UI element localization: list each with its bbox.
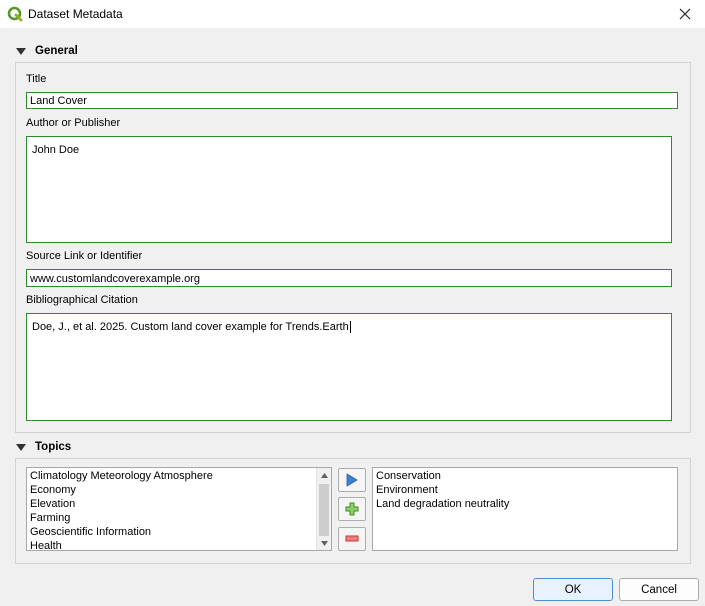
list-item[interactable]: Geoscientific Information bbox=[27, 525, 331, 539]
author-textarea[interactable]: John Doe bbox=[26, 136, 672, 243]
add-topic-button[interactable] bbox=[338, 497, 366, 521]
remove-topic-button[interactable] bbox=[338, 527, 366, 551]
source-value: www.customlandcoverexample.org bbox=[30, 273, 200, 285]
source-label: Source Link or Identifier bbox=[26, 250, 143, 262]
list-scrollbar[interactable] bbox=[316, 468, 331, 550]
minus-icon bbox=[345, 535, 359, 542]
available-topics-list[interactable]: Climatology Meteorology Atmosphere Econo… bbox=[26, 467, 332, 551]
citation-value: Doe, J., et al. 2025. Custom land cover … bbox=[32, 321, 349, 333]
text-cursor bbox=[349, 321, 351, 334]
list-item[interactable]: Health bbox=[27, 539, 331, 550]
general-section-title: General bbox=[35, 45, 78, 57]
list-item[interactable]: Climatology Meteorology Atmosphere bbox=[27, 469, 331, 483]
list-item[interactable]: Environment bbox=[373, 483, 677, 497]
general-section-toggle[interactable]: General bbox=[16, 45, 78, 57]
title-label: Title bbox=[26, 73, 47, 85]
window-title: Dataset Metadata bbox=[28, 7, 123, 21]
collapse-triangle-icon bbox=[16, 47, 26, 55]
list-item[interactable]: Land degradation neutrality bbox=[373, 497, 677, 511]
citation-textarea[interactable]: Doe, J., et al. 2025. Custom land cover … bbox=[26, 313, 672, 421]
selected-topics-list[interactable]: Conservation Environment Land degradatio… bbox=[372, 467, 678, 551]
close-icon bbox=[679, 8, 691, 20]
citation-label: Bibliographical Citation bbox=[26, 294, 138, 306]
scroll-up-arrow-icon bbox=[320, 472, 328, 478]
ok-button[interactable]: OK bbox=[533, 578, 613, 601]
collapse-triangle-icon bbox=[16, 443, 26, 451]
topics-section-title: Topics bbox=[35, 441, 72, 453]
title-input[interactable]: Land Cover bbox=[26, 92, 678, 109]
topics-section-toggle[interactable]: Topics bbox=[16, 441, 71, 453]
move-topic-button[interactable] bbox=[338, 468, 366, 492]
title-bar: Dataset Metadata bbox=[0, 0, 705, 28]
cancel-button[interactable]: Cancel bbox=[619, 578, 699, 601]
scroll-thumb[interactable] bbox=[319, 484, 329, 536]
source-input[interactable]: www.customlandcoverexample.org bbox=[26, 269, 672, 287]
scroll-up-button[interactable] bbox=[317, 468, 331, 482]
close-button[interactable] bbox=[671, 2, 699, 26]
scroll-down-button[interactable] bbox=[317, 536, 331, 550]
list-item[interactable]: Elevation bbox=[27, 497, 331, 511]
list-item[interactable]: Farming bbox=[27, 511, 331, 525]
list-item[interactable]: Economy bbox=[27, 483, 331, 497]
title-value: Land Cover bbox=[30, 95, 87, 107]
author-value: John Doe bbox=[32, 144, 80, 156]
scroll-down-arrow-icon bbox=[320, 540, 328, 546]
plus-icon bbox=[345, 502, 359, 516]
qgis-logo-icon bbox=[7, 6, 23, 22]
list-item[interactable]: Conservation bbox=[373, 469, 677, 483]
play-arrow-icon bbox=[346, 473, 358, 487]
author-label: Author or Publisher bbox=[26, 117, 121, 129]
